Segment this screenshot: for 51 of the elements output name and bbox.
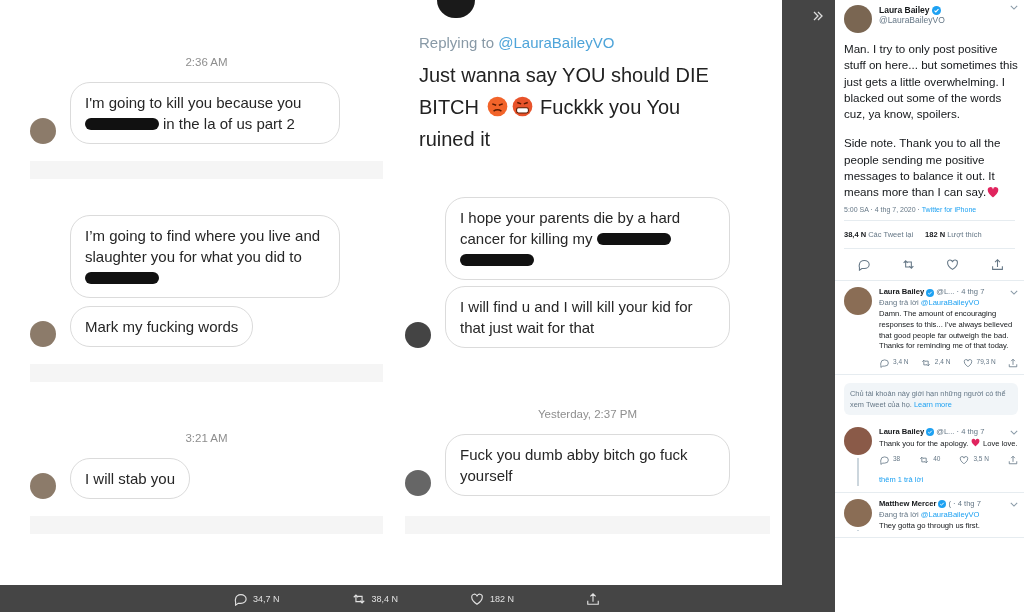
handle-link[interactable]: @LauraBaileyVO (498, 34, 615, 51)
share-icon[interactable] (990, 258, 1004, 272)
message-bubble: Mark my fucking words (70, 306, 254, 347)
cursing-face-icon (511, 96, 533, 117)
chevron-down-icon[interactable] (1010, 501, 1018, 507)
avatar (30, 118, 56, 144)
heart-icon (987, 185, 1000, 198)
expand-icon[interactable] (811, 10, 824, 22)
avatar (844, 499, 872, 528)
timestamp: 3:21 AM (185, 432, 228, 444)
avatar (844, 5, 872, 33)
heart-icon[interactable] (946, 258, 960, 272)
action-count: 182 N (490, 593, 515, 604)
avatar (30, 321, 56, 347)
avatar (405, 322, 431, 348)
verified-badge-icon (938, 500, 947, 509)
share-icon[interactable] (586, 591, 601, 606)
message-bubble: I'm going to kill you because you in the la of us part 2 (70, 82, 340, 144)
verified-badge-icon (931, 5, 941, 15)
message-bubble: I hope your parents die by a hard cancer for killing my (445, 197, 730, 280)
heart-icon[interactable] (959, 454, 970, 465)
heart-icon[interactable] (962, 357, 973, 368)
chevron-down-icon[interactable] (1010, 5, 1018, 10)
replying-to-text: Replying to @LauraBaileyVO (419, 34, 616, 51)
message-bubble: I will stab you (70, 458, 191, 499)
action-count: 34,7 N (253, 593, 280, 604)
timestamp: 2:36 AM (185, 56, 228, 68)
message-bubble: I will find u and I will kill your kid for that just wait for that (445, 286, 730, 348)
user-handle: @LauraBaileyVO (879, 15, 945, 25)
reply-icon[interactable] (857, 258, 870, 272)
retweet-icon[interactable] (901, 258, 915, 272)
verified-badge-icon (926, 428, 935, 437)
tweet-text: Man. I try to only post positive stuff on here... but sometimes this just gets a little overwhelming. I blacked out some of the words cuz, ya know, spoilers. Side note. Thank you to all the people sending me positive messages to balance it out. It means more than I can say. (842, 41, 1019, 201)
chevron-down-icon[interactable] (1010, 429, 1018, 435)
avatar (30, 473, 56, 499)
angry-face-icon (486, 96, 508, 117)
avatar (844, 287, 872, 316)
avatar (844, 427, 872, 455)
avatar (437, 0, 475, 18)
avatar (405, 470, 431, 496)
action-count: 38,4 N (371, 593, 399, 604)
reply-icon[interactable] (233, 591, 247, 606)
chevron-down-icon[interactable] (1010, 290, 1018, 296)
timestamp: Yesterday, 2:37 PM (537, 408, 638, 420)
message-bubble: Fuck you dumb abby bitch go fuck yourself (445, 434, 730, 496)
heart-icon (971, 437, 981, 447)
message-bubble: I’m going to find where you live and slaughter you for what you did to (70, 215, 340, 298)
heart-icon[interactable] (470, 591, 485, 606)
verified-badge-icon (926, 288, 935, 297)
user-name: Laura Bailey (879, 5, 930, 15)
tweet-text: Just wanna say YOU should DIE BITCH Fuckkk you You ruined it (419, 63, 710, 152)
